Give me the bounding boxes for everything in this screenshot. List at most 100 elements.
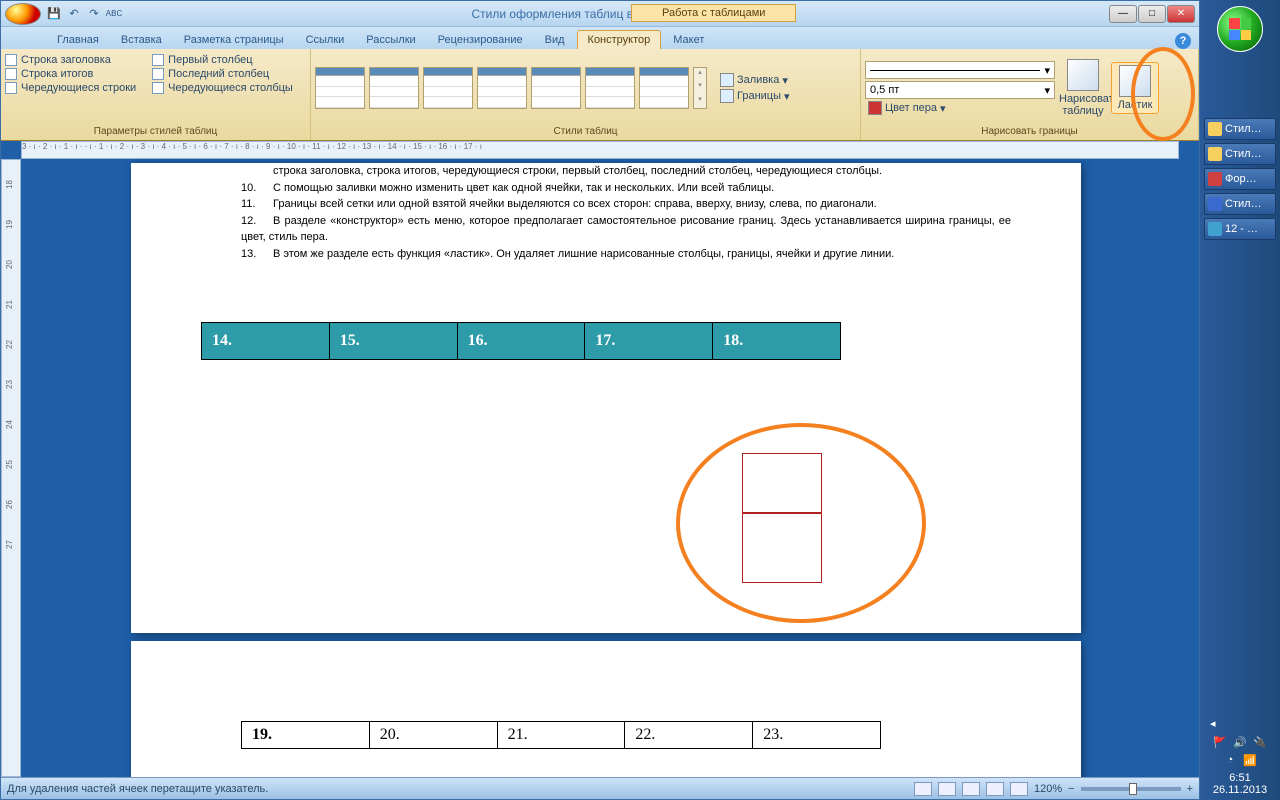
table-cell[interactable]: 14. bbox=[202, 323, 330, 360]
table-style-thumb[interactable] bbox=[531, 67, 581, 109]
check-total-row[interactable]: Строка итогов bbox=[5, 67, 136, 81]
tab-design[interactable]: Конструктор bbox=[577, 30, 662, 49]
pencil-table-icon bbox=[1067, 59, 1099, 91]
undo-icon[interactable]: ↶ bbox=[65, 5, 83, 23]
pen-icon bbox=[868, 101, 882, 115]
table-style-thumb[interactable] bbox=[315, 67, 365, 109]
document-page[interactable]: строка заголовка, строка итогов, чередую… bbox=[131, 163, 1081, 633]
check-header-row[interactable]: Строка заголовка bbox=[5, 53, 136, 67]
check-banded-rows[interactable]: Чередующиеся строки bbox=[5, 81, 136, 95]
paragraph: Границы всей сетки или одной взятой ячей… bbox=[273, 198, 877, 210]
line-style-select[interactable]: ▾ bbox=[865, 61, 1055, 79]
app-icon bbox=[1208, 122, 1222, 136]
tab-pagelayout[interactable]: Разметка страницы bbox=[174, 31, 294, 49]
table-cell[interactable]: 16. bbox=[457, 323, 585, 360]
taskbar-item[interactable]: Стил… bbox=[1204, 118, 1276, 140]
shading-button[interactable]: Заливка ▾ bbox=[717, 72, 793, 88]
view-outline-icon[interactable] bbox=[986, 782, 1004, 796]
taskbar-item[interactable]: 12 - … bbox=[1204, 218, 1276, 240]
word-icon bbox=[1208, 197, 1222, 211]
group-style-options: Строка заголовка Строка итогов Чередующи… bbox=[1, 49, 311, 140]
save-icon[interactable]: 💾 bbox=[45, 5, 63, 23]
zoom-level[interactable]: 120% bbox=[1034, 783, 1062, 795]
start-button[interactable] bbox=[1217, 6, 1263, 52]
check-banded-cols[interactable]: Чередующиеся столбцы bbox=[152, 81, 293, 95]
clock-time[interactable]: 6:51 bbox=[1204, 772, 1276, 784]
signal-icon[interactable]: 📶 bbox=[1243, 754, 1257, 768]
taskbar-item[interactable]: Фор… bbox=[1204, 168, 1276, 190]
label: Цвет пера bbox=[885, 102, 937, 114]
taskbar-item[interactable]: Стил… bbox=[1204, 193, 1276, 215]
pen-color-button[interactable]: Цвет пера ▾ bbox=[865, 100, 1055, 116]
zoom-in-button[interactable]: + bbox=[1187, 783, 1193, 795]
table-cell[interactable]: 21. bbox=[497, 722, 625, 749]
minimize-button[interactable]: — bbox=[1109, 5, 1137, 23]
list-number: 13. bbox=[241, 246, 273, 263]
tab-mailings[interactable]: Рассылки bbox=[356, 31, 425, 49]
table-style-thumb[interactable] bbox=[477, 67, 527, 109]
tab-references[interactable]: Ссылки bbox=[296, 31, 355, 49]
titlebar: 💾 ↶ ↷ ABC Стили оформления таблиц в ворд… bbox=[1, 1, 1199, 27]
close-button[interactable]: ✕ bbox=[1167, 5, 1195, 23]
flag-icon[interactable]: 🚩 bbox=[1213, 736, 1227, 750]
line-weight-select[interactable]: 0,5 пт▾ bbox=[865, 81, 1055, 99]
label: Ластик bbox=[1118, 99, 1153, 111]
vertical-ruler[interactable]: 18192021222324252627 bbox=[1, 159, 21, 777]
tray-expand-icon[interactable]: ◂ bbox=[1204, 717, 1276, 730]
window-title: Стили оформления таблиц в ворде - Micros… bbox=[123, 7, 1109, 21]
clock-date[interactable]: 26.11.2013 bbox=[1204, 784, 1276, 796]
table-style-thumb[interactable] bbox=[585, 67, 635, 109]
document-page-2[interactable]: 19. 20. 21. 22. 23. bbox=[131, 641, 1081, 777]
ribbon: Строка заголовка Строка итогов Чередующи… bbox=[1, 49, 1199, 141]
table-style-thumb[interactable] bbox=[423, 67, 473, 109]
view-fullscreen-icon[interactable] bbox=[938, 782, 956, 796]
taskbar-item[interactable]: Стил… bbox=[1204, 143, 1276, 165]
group-label: Параметры стилей таблиц bbox=[5, 125, 306, 138]
table-2[interactable]: 19. 20. 21. 22. 23. bbox=[241, 721, 881, 749]
label: Фор… bbox=[1225, 173, 1257, 185]
tab-home[interactable]: Главная bbox=[47, 31, 109, 49]
redo-icon[interactable]: ↷ bbox=[85, 5, 103, 23]
tray-icon[interactable]: ◔ bbox=[1223, 754, 1237, 768]
table-cell[interactable]: 22. bbox=[625, 722, 753, 749]
table-cell[interactable]: 19. bbox=[242, 722, 370, 749]
tab-insert[interactable]: Вставка bbox=[111, 31, 172, 49]
table-cell[interactable]: 20. bbox=[369, 722, 497, 749]
table-row: 19. 20. 21. 22. 23. bbox=[242, 722, 881, 749]
style-gallery-scroll[interactable]: ▴▾▾ bbox=[693, 67, 707, 109]
system-tray: ◂ 🚩 🔊 🔌 ◔ 📶 6:51 26.11.2013 bbox=[1200, 713, 1280, 800]
table-style-thumb[interactable] bbox=[639, 67, 689, 109]
draw-table-button[interactable]: Нарисовать таблицу bbox=[1059, 59, 1107, 117]
spellcheck-icon[interactable]: ABC bbox=[105, 5, 123, 23]
help-icon[interactable]: ? bbox=[1175, 33, 1191, 49]
table-cell[interactable]: 15. bbox=[329, 323, 457, 360]
volume-icon[interactable]: 🔊 bbox=[1233, 736, 1247, 750]
label: Первый столбец bbox=[168, 54, 252, 66]
table-cell[interactable]: 18. bbox=[713, 323, 841, 360]
list-number: 10. bbox=[241, 180, 273, 197]
view-print-layout-icon[interactable] bbox=[914, 782, 932, 796]
zoom-slider[interactable] bbox=[1081, 787, 1181, 791]
view-web-icon[interactable] bbox=[962, 782, 980, 796]
zoom-out-button[interactable]: − bbox=[1068, 783, 1074, 795]
eraser-button[interactable]: Ластик bbox=[1111, 62, 1159, 114]
borders-button[interactable]: Границы ▾ bbox=[717, 88, 793, 104]
view-draft-icon[interactable] bbox=[1010, 782, 1028, 796]
table-1[interactable]: 14. 15. 16. 17. 18. bbox=[201, 322, 841, 360]
label: 12 - … bbox=[1225, 223, 1258, 235]
horizontal-ruler[interactable]: 3 · ı · 2 · ı · 1 · ı · · ı · 1 · ı · 2 … bbox=[21, 141, 1179, 159]
network-icon[interactable]: 🔌 bbox=[1253, 736, 1267, 750]
maximize-button[interactable]: □ bbox=[1138, 5, 1166, 23]
tab-layout[interactable]: Макет bbox=[663, 31, 714, 49]
document-text[interactable]: строка заголовка, строка итогов, чередую… bbox=[201, 163, 1011, 360]
table-cell[interactable]: 17. bbox=[585, 323, 713, 360]
table-cell[interactable]: 23. bbox=[753, 722, 881, 749]
table-style-thumb[interactable] bbox=[369, 67, 419, 109]
tab-view[interactable]: Вид bbox=[535, 31, 575, 49]
check-first-col[interactable]: Первый столбец bbox=[152, 53, 293, 67]
check-last-col[interactable]: Последний столбец bbox=[152, 67, 293, 81]
office-button[interactable] bbox=[5, 3, 41, 25]
group-draw-borders: ▾ 0,5 пт▾ Цвет пера ▾ Нарисовать таблицу… bbox=[861, 49, 1199, 140]
tab-review[interactable]: Рецензирование bbox=[428, 31, 533, 49]
borders-icon bbox=[720, 89, 734, 103]
